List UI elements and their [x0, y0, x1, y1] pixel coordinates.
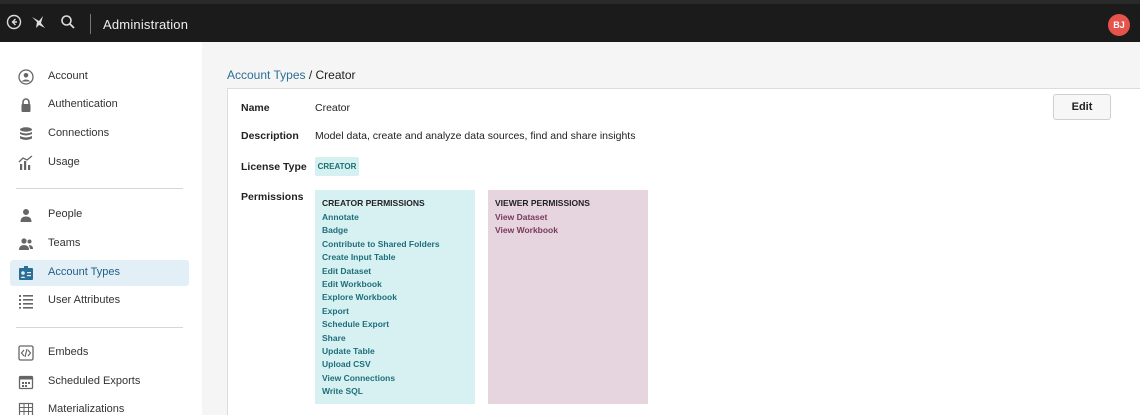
sidebar-item-embeds[interactable]: Embeds — [10, 340, 189, 366]
sidebar-item-label: Materializations — [48, 403, 125, 415]
table-icon — [18, 402, 34, 415]
permission-item: Edit Workbook — [322, 278, 382, 289]
viewer-permissions-title: VIEWER PERMISSIONS — [495, 198, 590, 208]
creator-permissions-title: CREATOR PERMISSIONS — [322, 198, 425, 208]
permission-item: Write SQL — [322, 386, 363, 397]
sidebar-item-label: Authentication — [48, 98, 118, 110]
viewer-permissions-panel: VIEWER PERMISSIONS View Dataset View Wor… — [488, 190, 648, 404]
permission-item: Explore Workbook — [322, 292, 397, 303]
search-icon[interactable] — [60, 14, 76, 30]
permission-item: Badge — [322, 225, 348, 236]
description-value: Model data, create and analyze data sour… — [315, 130, 636, 142]
name-value: Creator — [315, 102, 351, 114]
permission-item: View Workbook — [495, 225, 558, 236]
sidebar-item-label: Usage — [48, 156, 80, 168]
permission-item: View Connections — [322, 372, 396, 383]
browser-strip — [0, 0, 1140, 4]
breadcrumb: Account Types / Creator — [227, 68, 356, 82]
permission-item: Contribute to Shared Folders — [322, 238, 440, 249]
permission-item: Upload CSV — [322, 359, 371, 370]
sidebar-item-account-types[interactable]: Account Types — [10, 260, 189, 286]
sidebar: Account Authentication Connections Usage — [0, 42, 202, 415]
license-type-badge: CREATOR — [315, 157, 359, 176]
license-type-label: License Type — [241, 161, 307, 173]
code-icon — [18, 345, 34, 361]
person-icon — [20, 209, 32, 222]
sidebar-item-label: Connections — [48, 127, 110, 139]
permission-item: Export — [322, 305, 349, 316]
page-header-title: Administration — [103, 17, 189, 32]
name-label: Name — [241, 102, 270, 114]
sidebar-item-user-attributes[interactable]: User Attributes — [10, 288, 189, 314]
sidebar-item-teams[interactable]: Teams — [10, 231, 189, 257]
sidebar-item-label: Embeds — [48, 346, 89, 358]
sidebar-item-label: People — [48, 208, 83, 220]
sidebar-item-materializations[interactable]: Materializations — [10, 397, 189, 415]
sidebar-item-account[interactable]: Account — [10, 64, 189, 90]
back-icon[interactable] — [6, 14, 22, 30]
logo-icon[interactable] — [31, 14, 47, 30]
usage-chart-icon — [18, 155, 33, 170]
permission-item: View Dataset — [495, 212, 548, 222]
breadcrumb-link-account-types[interactable]: Account Types — [227, 68, 306, 82]
database-icon — [20, 127, 32, 140]
header-divider — [90, 14, 91, 34]
permission-item: Annotate — [322, 212, 359, 222]
list-icon — [19, 295, 33, 309]
sidebar-item-label: User Attributes — [48, 294, 121, 306]
viewer-permissions-list: View Dataset View Workbook — [495, 211, 558, 238]
sidebar-item-scheduled-exports[interactable]: Scheduled Exports — [10, 369, 189, 395]
top-bar: Administration BJ — [0, 0, 1140, 42]
lock-icon — [21, 98, 31, 112]
sidebar-item-connections[interactable]: Connections — [10, 121, 189, 147]
user-circle-icon — [18, 69, 34, 85]
sidebar-item-usage[interactable]: Usage — [10, 150, 189, 176]
sidebar-item-label: Account Types — [48, 266, 120, 278]
user-avatar[interactable]: BJ — [1108, 14, 1130, 36]
creator-permissions-panel: CREATOR PERMISSIONS Annotate Badge Contr… — [315, 190, 475, 404]
permissions-label: Permissions — [241, 191, 304, 203]
edit-button[interactable]: Edit — [1053, 94, 1111, 120]
sidebar-item-people[interactable]: People — [10, 202, 189, 228]
creator-permissions-list: Annotate Badge Contribute to Shared Fold… — [322, 211, 440, 398]
calendar-icon — [18, 375, 34, 390]
permission-item: Update Table — [322, 345, 375, 356]
sidebar-item-label: Account — [48, 70, 88, 82]
description-label: Description — [241, 130, 299, 142]
sidebar-divider — [16, 188, 183, 189]
team-icon — [19, 238, 33, 250]
sidebar-item-label: Scheduled Exports — [48, 375, 141, 387]
permission-item: Edit Dataset — [322, 265, 372, 276]
sidebar-item-label: Teams — [48, 237, 81, 249]
permission-item: Schedule Export — [322, 319, 390, 330]
id-badge-icon — [19, 266, 33, 280]
permission-item: Share — [322, 332, 346, 343]
breadcrumb-separator: / — [305, 68, 316, 82]
sidebar-divider — [16, 327, 183, 328]
breadcrumb-current: Creator — [315, 68, 356, 82]
sidebar-item-authentication[interactable]: Authentication — [10, 92, 189, 118]
permission-item: Create Input Table — [322, 252, 396, 263]
